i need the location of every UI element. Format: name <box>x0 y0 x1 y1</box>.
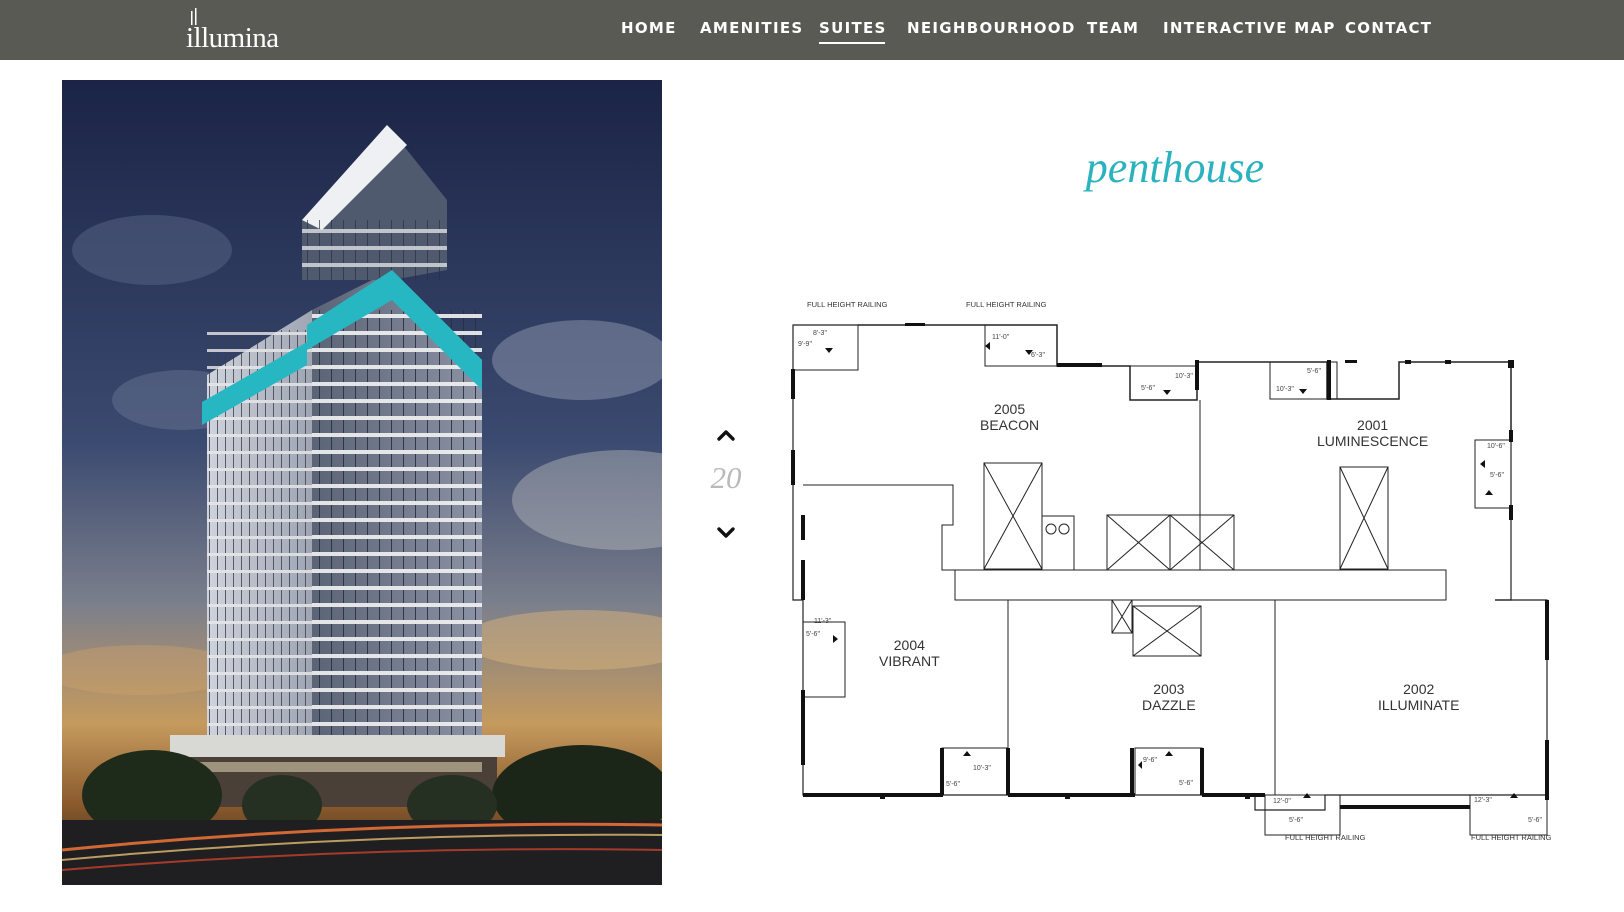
unit-name: DAZZLE <box>1142 697 1196 713</box>
dimension-label: 11'-3" <box>814 618 832 625</box>
main-nav: HOME AMENITIES SUITES NEIGHBOURHOOD TEAM… <box>0 19 1624 44</box>
unit-name: LUMINESCENCE <box>1317 433 1429 449</box>
dimension-label: 5'-6" <box>946 781 960 788</box>
building-rendering <box>62 80 662 885</box>
dimension-label: 12'-3" <box>1474 797 1492 804</box>
dimension-label: 10'-3" <box>1276 386 1294 393</box>
unit-2004[interactable]: 2004 VIBRANT <box>879 637 940 669</box>
floor-plan: FULL HEIGHT RAILING FULL HEIGHT RAILING … <box>785 300 1585 850</box>
unit-number: 2003 <box>1153 681 1185 697</box>
dimension-label: 5'-6" <box>1289 817 1303 824</box>
unit-name: ILLUMINATE <box>1378 697 1460 713</box>
unit-number: 2001 <box>1357 417 1389 433</box>
nav-amenities[interactable]: AMENITIES <box>700 19 803 37</box>
unit-number: 2002 <box>1403 681 1435 697</box>
floor-down-button[interactable] <box>713 522 739 542</box>
nav-team[interactable]: TEAM <box>1087 19 1139 37</box>
nav-suites[interactable]: SUITES <box>819 19 887 44</box>
dimension-label: 5'-6" <box>1307 368 1321 375</box>
dimension-label: 6'-3" <box>1031 352 1045 359</box>
dimension-label: 5'-6" <box>1179 780 1193 787</box>
dimension-label: 5'-6" <box>806 631 820 638</box>
unit-2005[interactable]: 2005 BEACON <box>980 401 1039 433</box>
chevron-down-icon <box>717 527 735 538</box>
railing-label-top-left: FULL HEIGHT RAILING <box>807 300 888 309</box>
dimension-label: 8'-3" <box>813 330 827 337</box>
dimension-label: 5'-6" <box>1528 817 1542 824</box>
dimension-label: 5'-6" <box>1141 385 1155 392</box>
floor-number: 20 <box>710 460 742 495</box>
unit-number: 2004 <box>893 637 925 653</box>
dimension-label: 12'-0" <box>1273 798 1291 805</box>
unit-number: 2005 <box>993 401 1026 417</box>
unit-2001[interactable]: 2001 LUMINESCENCE <box>1317 417 1428 449</box>
dimension-label: 10'-3" <box>973 765 991 772</box>
top-navbar: illumina HOME AMENITIES SUITES NEIGHBOUR… <box>0 0 1624 60</box>
suite-title: penthouse <box>1085 143 1265 192</box>
dimension-label: 11'-0" <box>992 334 1010 341</box>
floor-plan-drawing <box>791 323 1549 836</box>
dimension-label: 5'-6" <box>1490 472 1504 479</box>
nav-neighbourhood[interactable]: NEIGHBOURHOOD <box>907 19 1076 37</box>
chevron-up-icon <box>717 430 735 441</box>
railing-label-bottom-right: FULL HEIGHT RAILING <box>1471 833 1552 842</box>
floor-up-button[interactable] <box>713 425 739 445</box>
nav-home[interactable]: HOME <box>621 19 677 37</box>
dimension-label: 10'-6" <box>1487 443 1505 450</box>
railing-label-bottom-left: FULL HEIGHT RAILING <box>1285 833 1366 842</box>
dimension-label: 10'-3" <box>1175 373 1193 380</box>
nav-interactive-map[interactable]: INTERACTIVE MAP <box>1163 19 1336 37</box>
dimension-label: 9'-6" <box>1143 757 1157 764</box>
unit-2003[interactable]: 2003 DAZZLE <box>1142 681 1196 713</box>
dimension-label: 9'-9" <box>798 341 812 348</box>
unit-2002[interactable]: 2002 ILLUMINATE <box>1378 681 1459 713</box>
unit-name: BEACON <box>980 417 1040 433</box>
nav-contact[interactable]: CONTACT <box>1345 19 1432 37</box>
unit-name: VIBRANT <box>879 653 940 669</box>
railing-label-top-right: FULL HEIGHT RAILING <box>966 300 1047 309</box>
